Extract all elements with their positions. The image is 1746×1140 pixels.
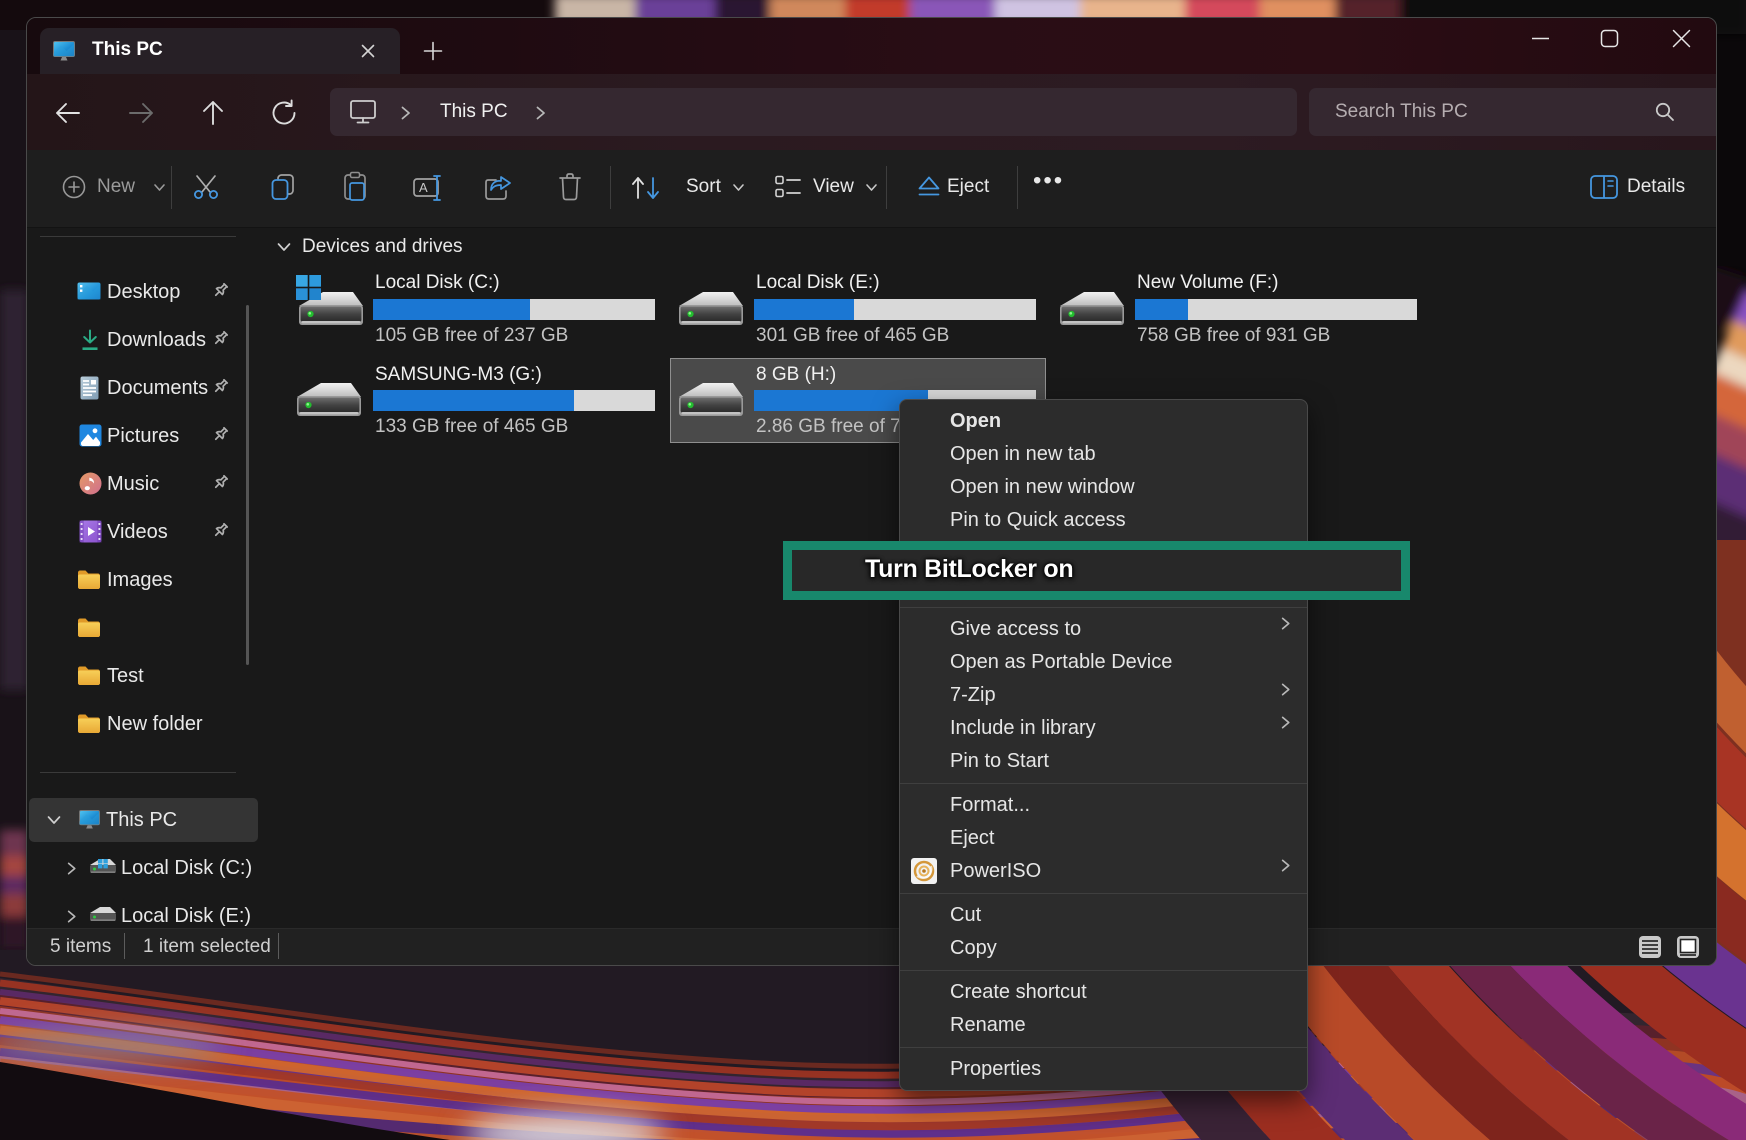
svg-text:A: A (419, 180, 428, 195)
